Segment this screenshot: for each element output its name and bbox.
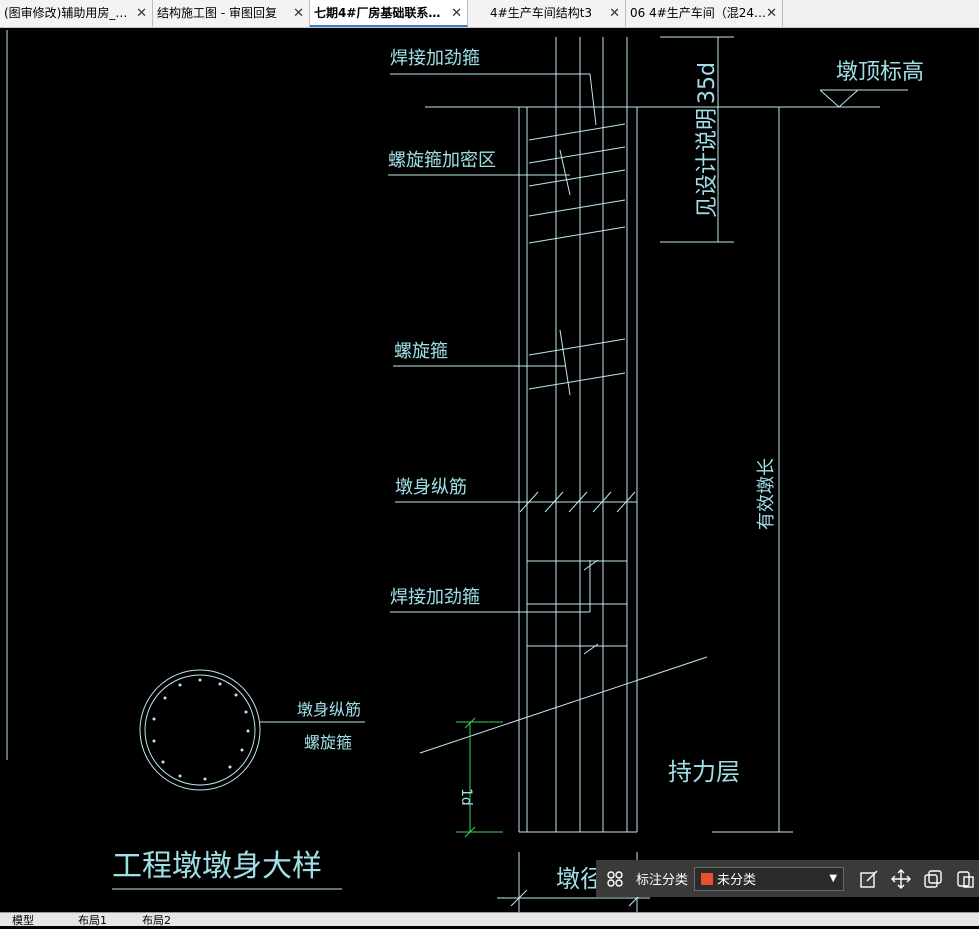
- document-tab-bar: (图审修改)辅助用房_… ✕ 结构施工图 - 审图回复 ✕ 七期4#厂房基础联系… ✕…: [0, 0, 979, 28]
- tab-workshop-06[interactable]: 06 4#生产车间（混24… ✕: [626, 0, 783, 27]
- label-see-note: 见设计说明: [695, 108, 720, 218]
- label-section-spiral: 螺旋箍: [304, 733, 352, 752]
- label-weld-bottom: 焊接加劲箍: [390, 587, 480, 608]
- close-icon[interactable]: ✕: [451, 0, 462, 25]
- copy-icon[interactable]: [922, 868, 944, 890]
- grid-icon[interactable]: [604, 868, 626, 890]
- label-weld-top: 焊接加劲箍: [390, 48, 480, 69]
- label-effective-length: 有效墩长: [756, 458, 777, 530]
- cad-drawing: 焊接加劲箍 螺旋箍加密区 螺旋箍 墩身纵筋 焊接加劲箍 墩顶标高 持力层 墩径 …: [6, 30, 924, 912]
- tab-label: 06 4#生产车间（混24…: [630, 6, 767, 20]
- annotation-toolbar: 标注分类 未分类 ▼: [596, 860, 979, 897]
- tab-label: (图审修改)辅助用房_…: [4, 6, 128, 20]
- label-35d: 35d: [695, 62, 720, 104]
- tab-label: 结构施工图 - 审图回复: [157, 6, 277, 20]
- category-label: 标注分类: [636, 873, 689, 888]
- tab-foundation-active[interactable]: 七期4#厂房基础联系… ✕: [310, 0, 468, 27]
- label-top-elevation: 墩顶标高: [836, 60, 924, 85]
- paste-icon[interactable]: [954, 868, 976, 890]
- close-icon[interactable]: ✕: [136, 0, 147, 27]
- chevron-down-icon: ▼: [829, 872, 838, 884]
- label-embed-1d: 1d: [458, 788, 474, 806]
- edit-icon[interactable]: [858, 868, 880, 890]
- tab-label: 七期4#厂房基础联系…: [314, 6, 441, 20]
- layout-tab-bar: 模型 布局1 布局2: [0, 912, 979, 927]
- label-section-bar: 墩身纵筋: [297, 700, 361, 719]
- label-spiral: 螺旋箍: [394, 341, 448, 362]
- close-icon[interactable]: ✕: [293, 0, 304, 27]
- tab-aux-building[interactable]: (图审修改)辅助用房_… ✕: [0, 0, 153, 27]
- tab-workshop-structure[interactable]: 4#生产车间结构t3 ✕: [468, 0, 626, 27]
- category-color-swatch: [701, 872, 714, 885]
- category-value: 未分类: [717, 873, 757, 888]
- tab-layout-1[interactable]: 布局1: [78, 913, 107, 927]
- tab-label: 4#生产车间结构t3: [490, 6, 593, 20]
- label-bearing-layer: 持力层: [668, 758, 740, 786]
- tab-structural-drawing[interactable]: 结构施工图 - 审图回复 ✕: [153, 0, 310, 27]
- label-spiral-dense: 螺旋箍加密区: [388, 150, 496, 171]
- drawing-title: 工程墩墩身大样: [112, 849, 322, 884]
- label-long-bar: 墩身纵筋: [395, 477, 467, 498]
- tab-layout-2[interactable]: 布局2: [142, 913, 171, 927]
- tab-model[interactable]: 模型: [12, 913, 34, 927]
- category-select[interactable]: 未分类 ▼: [694, 866, 845, 891]
- cad-drawing-canvas[interactable]: 焊接加劲箍 螺旋箍加密区 螺旋箍 墩身纵筋 焊接加劲箍 墩顶标高 持力层 墩径 …: [0, 27, 979, 912]
- close-icon[interactable]: ✕: [609, 0, 620, 27]
- move-icon[interactable]: [890, 868, 912, 890]
- close-icon[interactable]: ✕: [766, 0, 777, 27]
